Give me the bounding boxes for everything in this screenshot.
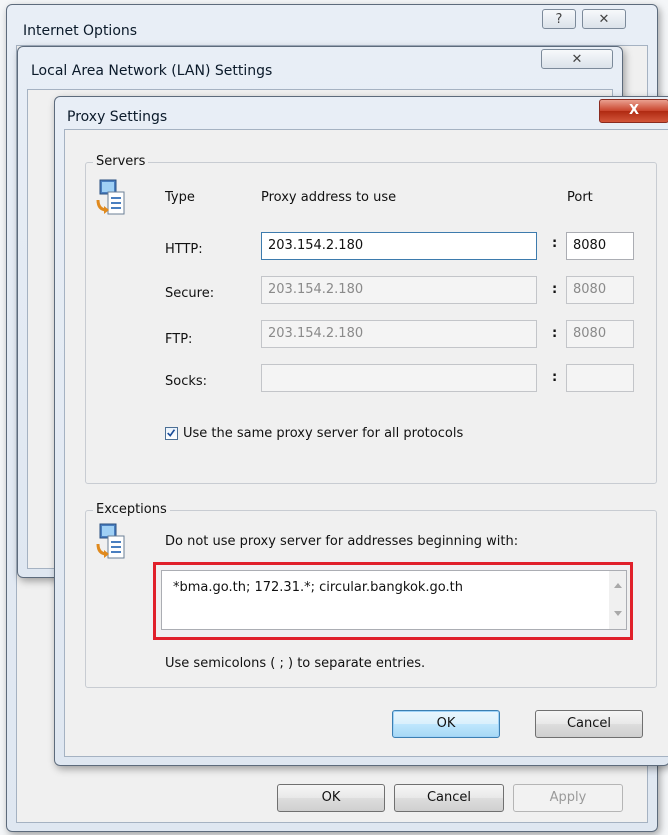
close-icon: ✕ — [598, 12, 610, 27]
ftp-colon: : — [552, 326, 558, 341]
secure-address-input[interactable]: 203.154.2.180 — [261, 276, 537, 304]
http-colon: : — [552, 236, 558, 251]
secure-port-input[interactable]: 8080 — [566, 276, 634, 304]
column-header-address: Proxy address to use — [261, 190, 397, 205]
same-proxy-label[interactable]: Use the same proxy server for all protoc… — [183, 426, 463, 441]
internet-options-close-button[interactable]: ✕ — [582, 9, 626, 29]
close-icon: X — [628, 103, 640, 118]
http-port-input[interactable]: 8080 — [566, 232, 634, 260]
exceptions-text: *bma.go.th; 172.31.*; circular.bangkok.g… — [173, 580, 464, 595]
lan-settings-title: Local Area Network (LAN) Settings — [31, 63, 273, 79]
help-button[interactable]: ? — [542, 9, 576, 29]
network-computer-icon — [96, 523, 125, 559]
exceptions-legend: Exceptions — [93, 502, 170, 517]
socks-colon: : — [552, 370, 558, 385]
internet-options-ok-button[interactable]: OK — [277, 784, 385, 812]
http-label: HTTP: — [165, 242, 203, 257]
checkmark-icon — [167, 429, 176, 437]
socks-address-input[interactable] — [261, 364, 537, 392]
secure-label: Secure: — [165, 286, 215, 301]
scroll-down-arrow-icon[interactable] — [614, 611, 622, 616]
proxy-settings-close-button[interactable]: X — [599, 99, 668, 123]
internet-options-title: Internet Options — [23, 23, 138, 39]
close-icon: ✕ — [571, 52, 583, 67]
lan-settings-close-button[interactable]: ✕ — [541, 49, 613, 69]
secure-colon: : — [552, 282, 558, 297]
network-computer-icon — [96, 179, 125, 215]
ftp-address-input[interactable]: 203.154.2.180 — [261, 320, 537, 348]
internet-options-apply-button[interactable]: Apply — [513, 784, 623, 812]
proxy-cancel-button[interactable]: Cancel — [535, 710, 643, 738]
column-header-type: Type — [165, 190, 195, 205]
exceptions-textarea[interactable]: *bma.go.th; 172.31.*; circular.bangkok.g… — [161, 570, 627, 630]
http-address-input[interactable]: 203.154.2.180 — [261, 232, 537, 260]
ftp-label: FTP: — [165, 332, 193, 347]
exceptions-description: Do not use proxy server for addresses be… — [165, 534, 519, 549]
internet-options-cancel-button[interactable]: Cancel — [394, 784, 504, 812]
scroll-up-arrow-icon[interactable] — [614, 583, 622, 588]
proxy-settings-client: Servers Type Proxy address to use Port H… — [64, 129, 668, 757]
same-proxy-checkbox[interactable] — [165, 427, 178, 440]
help-icon: ? — [555, 12, 563, 27]
proxy-settings-window: Proxy Settings X Servers Type Proxy addr… — [54, 96, 668, 766]
ftp-port-input[interactable]: 8080 — [566, 320, 634, 348]
proxy-ok-button[interactable]: OK — [392, 710, 500, 738]
socks-port-input[interactable] — [566, 364, 634, 392]
servers-legend: Servers — [93, 154, 149, 169]
textarea-scrollbar[interactable] — [609, 571, 626, 629]
column-header-port: Port — [567, 190, 593, 205]
exceptions-hint: Use semicolons ( ; ) to separate entries… — [165, 656, 426, 671]
socks-label: Socks: — [165, 374, 208, 389]
proxy-settings-title: Proxy Settings — [67, 109, 168, 125]
